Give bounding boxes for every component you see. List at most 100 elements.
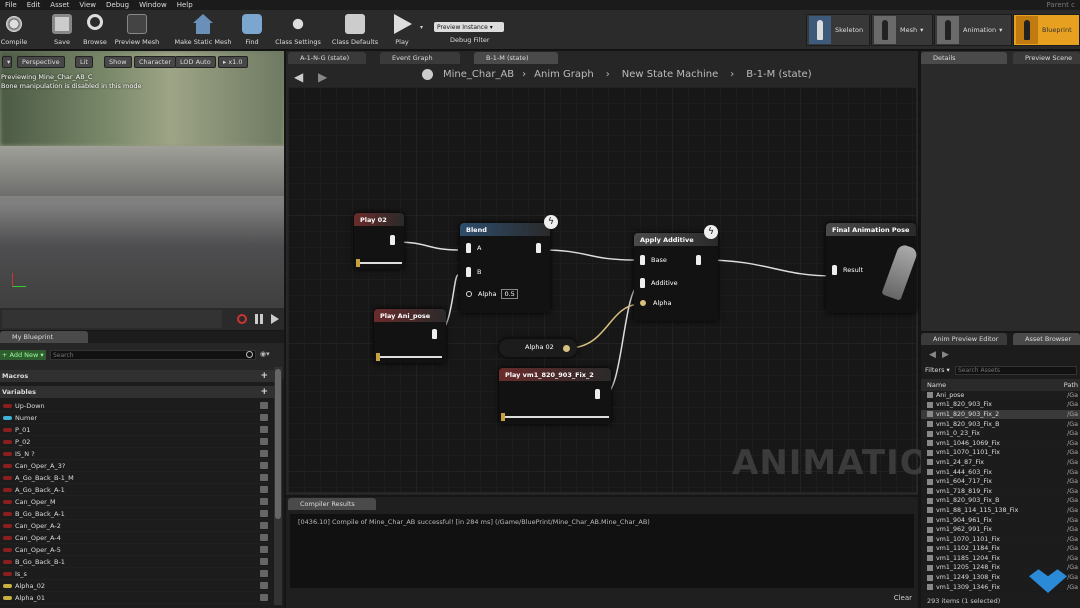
graph-canvas[interactable]: Play 02 Blend ϟ A B Alpha 0.5 Apply Addi… xyxy=(288,87,958,492)
eye-icon[interactable] xyxy=(260,510,268,517)
breadcrumb-item[interactable]: B-1-M (state) xyxy=(746,69,811,80)
eye-icon[interactable] xyxy=(260,522,268,529)
variable-item[interactable]: Can_Oper_A-4 xyxy=(0,532,272,544)
scrollbar-thumb[interactable] xyxy=(275,369,281,519)
tab-details[interactable]: Details xyxy=(921,52,1007,64)
eye-icon[interactable] xyxy=(260,498,268,505)
variable-item[interactable]: Can_Oper_A_3? xyxy=(0,460,272,472)
variable-item[interactable]: Up-Down xyxy=(0,400,272,412)
menu-edit[interactable]: Edit xyxy=(22,1,46,9)
compile-button[interactable]: Compile xyxy=(0,12,28,48)
variable-item[interactable]: B_Go_Back_B-1 xyxy=(0,556,272,568)
asset-item[interactable]: vm1_820_903_Fix_B/Ga xyxy=(921,420,1080,430)
eye-icon[interactable] xyxy=(260,582,268,589)
clear-button[interactable]: Clear xyxy=(894,594,912,602)
variable-item[interactable]: A_Go_Back_B-1_M xyxy=(0,472,272,484)
variable-item[interactable]: B_Go_Back_A-1 xyxy=(0,508,272,520)
blend-a-pin[interactable]: A xyxy=(466,243,481,253)
asset-item[interactable]: vm1_904_961_Fix/Ga xyxy=(921,516,1080,526)
eye-icon[interactable]: ◉▾ xyxy=(260,350,270,358)
find-button[interactable]: Find xyxy=(240,12,264,48)
preview-mesh-button[interactable]: Preview Mesh xyxy=(113,12,161,48)
variable-item[interactable]: Can_Oper_M xyxy=(0,496,272,508)
asset-item[interactable]: vm1_1070_1101_Fix/Ga xyxy=(921,535,1080,545)
macros-section[interactable]: Macros + xyxy=(0,370,274,382)
class-defaults-button[interactable]: Class Defaults xyxy=(330,12,380,48)
menu-file[interactable]: File xyxy=(0,1,22,9)
asset-item[interactable]: vm1_1070_1101_Fix/Ga xyxy=(921,449,1080,459)
tab-asset-browser[interactable]: Asset Browser xyxy=(1013,333,1080,345)
alpha02-output-pin[interactable] xyxy=(563,345,570,352)
asset-item[interactable]: vm1_1046_1069_Fix/Ga xyxy=(921,439,1080,449)
add-new-button[interactable]: + Add New ▾ xyxy=(0,350,46,360)
pose-output-pin[interactable] xyxy=(595,389,606,399)
asset-item[interactable]: vm1_962_991_Fix/Ga xyxy=(921,525,1080,535)
additive-pin[interactable]: Additive xyxy=(640,278,678,288)
asset-item[interactable]: vm1_88_114_115_138_Fix/Ga xyxy=(921,506,1080,516)
scrollbar[interactable] xyxy=(274,367,282,605)
menu-help[interactable]: Help xyxy=(172,1,198,9)
show-button[interactable]: Show xyxy=(104,56,132,68)
record-icon[interactable] xyxy=(237,314,247,324)
additive-output-pin[interactable] xyxy=(696,255,707,265)
column-name[interactable]: Name xyxy=(921,381,946,389)
variable-item[interactable]: P_01 xyxy=(0,424,272,436)
preview-viewport[interactable]: ▾ Perspective Lit Show Character LOD Aut… xyxy=(0,51,284,330)
pause-icon[interactable] xyxy=(255,314,263,324)
eye-icon[interactable] xyxy=(260,462,268,469)
play02-slider[interactable] xyxy=(356,259,402,267)
tab-my-blueprint[interactable]: My Blueprint xyxy=(0,331,88,343)
menu-view[interactable]: View xyxy=(74,1,101,9)
alpha-value-field[interactable]: 0.5 xyxy=(501,289,518,299)
add-macro-icon[interactable]: + xyxy=(260,371,268,381)
tab-preview-scene[interactable]: Preview Scene xyxy=(1013,52,1080,64)
playback-speed-button[interactable]: ▸ x1.0 xyxy=(218,56,248,68)
breadcrumb-item[interactable]: New State Machine xyxy=(622,69,719,80)
variable-item[interactable]: A_Go_Back_A-1 xyxy=(0,484,272,496)
back-arrow-icon[interactable]: ◀ xyxy=(929,350,936,360)
forward-arrow-icon[interactable]: ▶ xyxy=(318,70,327,84)
class-settings-button[interactable]: Class Settings xyxy=(273,12,323,48)
ani-pose-slider[interactable] xyxy=(376,353,442,361)
lit-button[interactable]: Lit xyxy=(75,56,93,68)
character-button[interactable]: Character xyxy=(134,56,177,68)
pose-output-pin[interactable] xyxy=(390,235,401,245)
back-arrow-icon[interactable]: ◀ xyxy=(294,70,303,84)
asset-item[interactable]: vm1_1185_1204_Fix/Ga xyxy=(921,554,1080,564)
asset-item[interactable]: vm1_1102_1184_Fix/Ga xyxy=(921,545,1080,555)
asset-item[interactable]: Ani_pose/Ga xyxy=(921,391,1080,401)
asset-search-input[interactable] xyxy=(955,366,1077,375)
asset-item[interactable]: vm1_444_603_Fix/Ga xyxy=(921,468,1080,478)
asset-item[interactable]: vm1_820_903_Fix/Ga xyxy=(921,401,1080,411)
asset-item[interactable]: vm1_0_23_Fix/Ga xyxy=(921,429,1080,439)
eye-icon[interactable] xyxy=(260,438,268,445)
eye-icon[interactable] xyxy=(260,426,268,433)
mode-blueprint[interactable]: Blueprint xyxy=(1013,14,1080,46)
play-forward-icon[interactable] xyxy=(271,314,279,324)
alpha02-variable-node[interactable]: Alpha 02 xyxy=(499,339,577,357)
eye-icon[interactable] xyxy=(260,486,268,493)
play-vm1-node[interactable]: Play vm1_820_903_Fix_2 xyxy=(499,368,611,424)
eye-icon[interactable] xyxy=(260,450,268,457)
asset-item[interactable]: vm1_820_903_Fix_2/Ga xyxy=(921,410,1080,420)
tab-event-graph[interactable]: Event Graph xyxy=(380,52,460,64)
browse-button[interactable]: Browse xyxy=(80,12,110,48)
eye-icon[interactable] xyxy=(260,570,268,577)
base-pin[interactable]: Base xyxy=(640,255,667,265)
variable-item[interactable]: IS_N ? xyxy=(0,448,272,460)
variable-item[interactable]: Can_Oper_A-5 xyxy=(0,544,272,556)
play02-node[interactable]: Play 02 xyxy=(354,213,404,269)
eye-icon[interactable] xyxy=(260,546,268,553)
apply-additive-node[interactable]: Apply Additive ϟ Base Additive Alpha xyxy=(634,225,718,321)
mode-animation[interactable]: Animation ▾ xyxy=(934,14,1012,46)
mode-mesh[interactable]: Mesh ▾ xyxy=(871,14,933,46)
menu-debug[interactable]: Debug xyxy=(101,1,134,9)
final-pose-node[interactable]: Final Animation Pose Result xyxy=(826,223,919,313)
variable-item[interactable]: Numer xyxy=(0,412,272,424)
asset-item[interactable]: vm1_24_87_Fix/Ga xyxy=(921,458,1080,468)
additive-alpha-pin[interactable]: Alpha xyxy=(640,299,671,307)
variables-section[interactable]: Variables + xyxy=(0,386,274,398)
blend-pose-output-pin[interactable] xyxy=(536,243,547,253)
make-static-mesh-button[interactable]: Make Static Mesh xyxy=(172,12,234,48)
save-button[interactable]: Save xyxy=(50,12,74,48)
